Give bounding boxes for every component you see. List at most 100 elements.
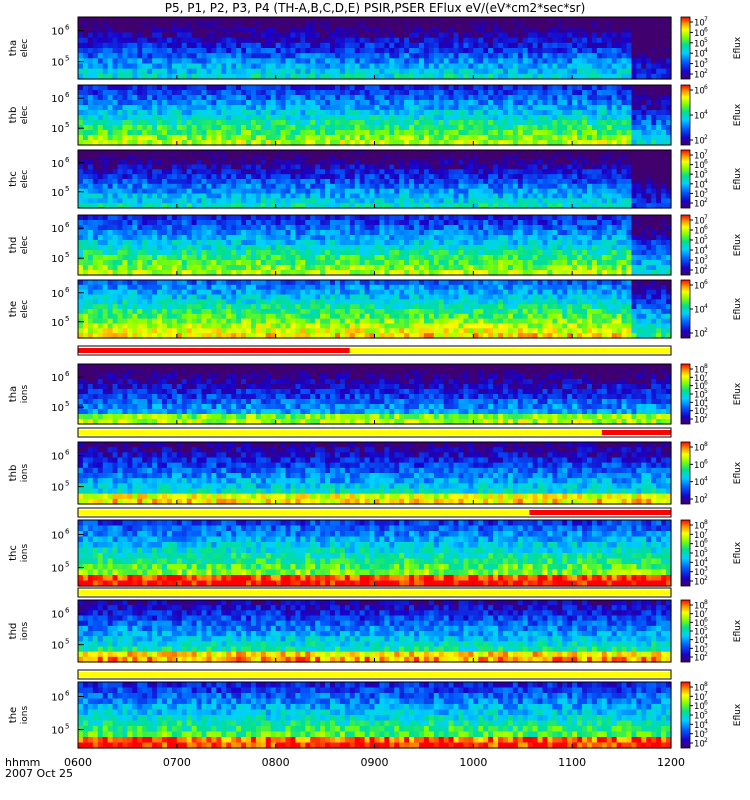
heatmap-cell bbox=[162, 174, 168, 179]
heatmap-cell bbox=[226, 235, 232, 241]
heatmap-cell bbox=[434, 215, 440, 221]
heatmap-cell bbox=[162, 220, 168, 226]
heatmap-cell bbox=[266, 198, 272, 203]
heatmap-cell bbox=[305, 105, 311, 111]
heatmap-cell bbox=[335, 165, 341, 170]
heatmap-cell bbox=[444, 85, 450, 91]
heatmap-cell bbox=[300, 105, 306, 111]
heatmap-cell bbox=[622, 179, 628, 184]
heatmap-cell bbox=[345, 189, 351, 194]
heatmap-cell bbox=[404, 115, 410, 121]
heatmap-cell bbox=[468, 165, 474, 170]
heatmap-cell bbox=[538, 22, 544, 28]
heatmap-cell bbox=[523, 225, 529, 231]
heatmap-cell bbox=[142, 120, 148, 126]
heatmap-cell bbox=[379, 22, 385, 28]
heatmap-cell bbox=[103, 155, 109, 160]
heatmap-cell bbox=[375, 194, 381, 199]
heatmap-cell bbox=[345, 174, 351, 179]
heatmap-cell bbox=[404, 17, 410, 23]
heatmap-cell bbox=[103, 230, 109, 236]
heatmap-cell bbox=[137, 174, 143, 179]
heatmap-cell bbox=[444, 115, 450, 121]
heatmap-cell bbox=[88, 33, 94, 39]
heatmap-cell bbox=[577, 100, 583, 106]
heatmap-cell bbox=[221, 230, 227, 236]
heatmap-cell bbox=[641, 125, 647, 131]
heatmap-cell bbox=[449, 130, 455, 136]
heatmap-cell bbox=[246, 22, 252, 28]
heatmap-cell bbox=[602, 125, 608, 131]
heatmap-cell bbox=[607, 95, 613, 101]
heatmap-cell bbox=[290, 105, 296, 111]
heatmap-cell bbox=[370, 17, 376, 23]
heatmap-cell bbox=[266, 225, 272, 231]
heatmap-cell bbox=[98, 230, 104, 236]
heatmap-cell bbox=[206, 150, 212, 155]
heatmap-cell bbox=[355, 69, 361, 75]
heatmap-cell bbox=[187, 230, 193, 236]
heatmap-cell bbox=[557, 27, 563, 33]
heatmap-cell bbox=[320, 225, 326, 231]
heatmap-cell bbox=[88, 194, 94, 199]
heatmap-cell bbox=[305, 43, 311, 49]
heatmap-cell bbox=[424, 33, 430, 39]
heatmap-cell bbox=[454, 155, 460, 160]
heatmap-cell bbox=[424, 17, 430, 23]
heatmap-cell bbox=[182, 22, 188, 28]
heatmap-cell bbox=[256, 22, 262, 28]
heatmap-cell bbox=[523, 95, 529, 101]
heatmap-cell bbox=[211, 184, 217, 189]
heatmap-cell bbox=[617, 27, 623, 33]
heatmap-cell bbox=[538, 48, 544, 54]
heatmap-cell bbox=[132, 155, 138, 160]
panel-thd-elec: thd elec10 610 510 710 610 510 410 310 2Eflux bbox=[8, 214, 743, 277]
heatmap-cell bbox=[463, 194, 469, 199]
heatmap-cell bbox=[375, 110, 381, 116]
heatmap-cell bbox=[523, 189, 529, 194]
heatmap-cell bbox=[211, 230, 217, 236]
heatmap-cell bbox=[572, 27, 578, 33]
heatmap-cell bbox=[290, 225, 296, 231]
heatmap-cell bbox=[103, 22, 109, 28]
heatmap-cell bbox=[300, 230, 306, 236]
heatmap-cell bbox=[439, 135, 445, 141]
heatmap-cell bbox=[286, 230, 292, 236]
heatmap-cell bbox=[582, 135, 588, 141]
heatmap-cell bbox=[503, 58, 509, 64]
heatmap-cell bbox=[78, 38, 84, 44]
panel-thb-elec: thb elec10 610 510 610 410 2Eflux bbox=[8, 84, 743, 147]
heatmap-cell bbox=[345, 225, 351, 231]
heatmap-cell bbox=[567, 120, 573, 126]
heatmap-cell bbox=[290, 43, 296, 49]
heatmap-cell bbox=[587, 194, 593, 199]
heatmap-cell bbox=[340, 184, 346, 189]
heatmap-cell bbox=[508, 110, 514, 116]
heatmap-cell bbox=[330, 150, 336, 155]
heatmap-cell bbox=[582, 69, 588, 75]
heatmap-cell bbox=[557, 33, 563, 39]
heatmap-cell bbox=[295, 194, 301, 199]
heatmap-cell bbox=[340, 85, 346, 91]
heatmap-cell bbox=[612, 189, 618, 194]
heatmap-cell bbox=[493, 225, 499, 231]
heatmap-cell bbox=[300, 115, 306, 121]
heatmap-cell bbox=[310, 27, 316, 33]
heatmap-cell bbox=[636, 198, 642, 203]
heatmap-cell bbox=[582, 100, 588, 106]
heatmap-cell bbox=[434, 150, 440, 155]
heatmap-cell bbox=[454, 64, 460, 70]
heatmap-cell bbox=[187, 48, 193, 54]
heatmap-cell bbox=[127, 58, 133, 64]
heatmap-cell bbox=[310, 225, 316, 231]
heatmap-cell bbox=[320, 125, 326, 131]
heatmap-cell bbox=[350, 105, 356, 111]
heatmap-cell bbox=[231, 105, 237, 111]
heatmap-cell bbox=[528, 95, 534, 101]
heatmap-cell bbox=[547, 169, 553, 174]
heatmap-cell bbox=[646, 27, 652, 33]
heatmap-cell bbox=[118, 135, 124, 141]
heatmap-cell bbox=[93, 235, 99, 241]
heatmap-cell bbox=[132, 27, 138, 33]
heatmap-cell bbox=[567, 179, 573, 184]
